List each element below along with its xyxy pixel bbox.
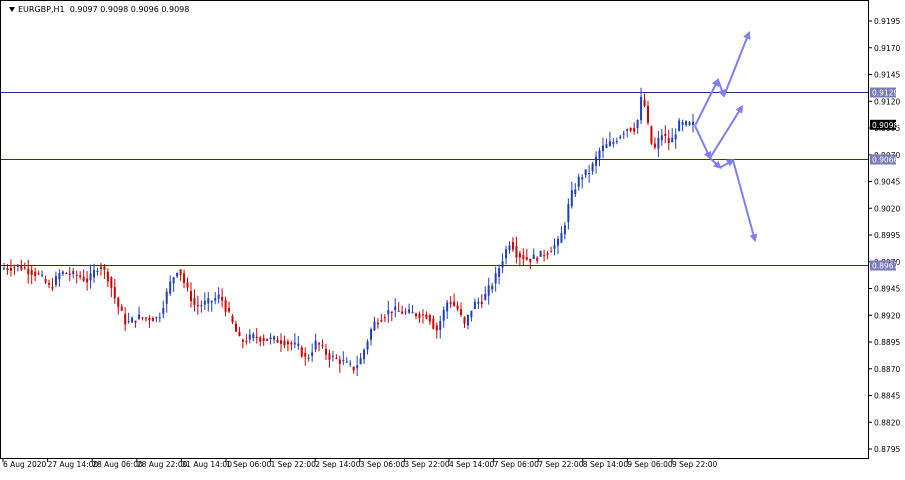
dropdown-triangle-icon[interactable]	[9, 7, 15, 12]
y-tick-label: 0.9145	[874, 71, 900, 80]
y-tick-label: 0.8945	[874, 285, 900, 294]
current-price-label: 0.9098	[872, 121, 898, 130]
x-tick-label: 9 Sep 06:00	[627, 460, 673, 469]
y-tick-label: 0.8820	[874, 418, 900, 427]
x-tick-label: 7 Sep 22:00	[538, 460, 584, 469]
y-tick-label: 0.9170	[874, 44, 900, 53]
candle	[650, 125, 653, 146]
x-tick-label: 9 Sep 22:00	[672, 460, 718, 469]
time-axis: 6 Aug 2020 27 Aug 14:0028 Aug 06:0028 Aug…	[2, 458, 718, 469]
level-label: 0.8967	[872, 262, 898, 271]
x-tick-label: 28 Aug 22:00	[137, 460, 188, 469]
x-tick-label: 3 Sep 06:00	[360, 460, 406, 469]
x-tick-label: 28 Aug 06:00	[92, 460, 143, 469]
ohlc-values: 0.9097 0.9098 0.9096 0.9098	[69, 5, 190, 14]
chart-header: EURGBP,H1 0.9097 0.9098 0.9096 0.9098	[9, 5, 189, 14]
level-label: 0.9066	[872, 156, 898, 165]
x-tick-label: 8 Sep 14:00	[583, 460, 629, 469]
y-tick-label: 0.9020	[874, 204, 900, 213]
y-tick-label: 0.8870	[874, 365, 900, 374]
x-tick-label: 6 Aug 2020	[3, 460, 46, 469]
y-tick-label: 0.8995	[874, 231, 900, 240]
chart-root[interactable]: 0.91950.91700.91450.91200.90950.90700.90…	[0, 0, 905, 476]
y-tick-label: 0.9195	[874, 17, 900, 26]
level-label: 0.9129	[872, 89, 898, 98]
y-tick-label: 0.8795	[874, 445, 900, 454]
y-tick-label: 0.8920	[874, 311, 900, 320]
y-tick-label: 0.9120	[874, 97, 900, 106]
x-tick-label: 7 Sep 06:00	[494, 460, 540, 469]
price-chart[interactable]: 0.91950.91700.91450.91200.90950.90700.90…	[0, 0, 905, 476]
x-tick-label: 3 Sep 22:00	[404, 460, 450, 469]
y-tick-label: 0.8895	[874, 338, 900, 347]
x-tick-label: 2 Sep 14:00	[315, 460, 361, 469]
candle	[539, 250, 542, 257]
x-tick-label: 31 Aug 14:00	[181, 460, 232, 469]
x-tick-label: 1 Sep 06:00	[226, 460, 272, 469]
symbol-label: EURGBP,H1	[18, 5, 65, 14]
y-tick-label: 0.8845	[874, 392, 900, 401]
y-tick-label: 0.9045	[874, 178, 900, 187]
x-tick-label: 1 Sep 22:00	[271, 460, 317, 469]
x-tick-label: 4 Sep 14:00	[449, 460, 495, 469]
x-tick-label: 27 Aug 14:00	[48, 460, 99, 469]
